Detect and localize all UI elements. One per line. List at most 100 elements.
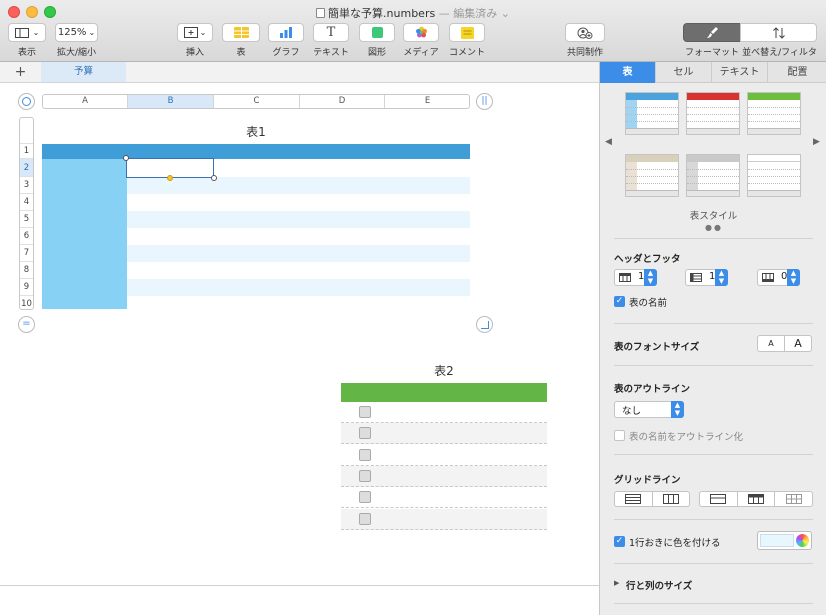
gridlines-label: グリッドライン (614, 475, 681, 486)
table-style-thumbnail[interactable] (686, 92, 740, 135)
column-header-e[interactable]: E (385, 95, 469, 108)
header-column-gridlines-button[interactable] (738, 492, 776, 506)
color-wheel-icon[interactable] (796, 534, 809, 547)
disclosure-triangle-icon[interactable]: ▶ (614, 579, 619, 587)
header-rows-stepper[interactable]: 1 ▲ ▼ (614, 269, 657, 286)
table-style-thumbnail[interactable] (625, 92, 679, 135)
paintbrush-icon (706, 27, 718, 38)
table2-checkbox[interactable] (359, 448, 371, 461)
row-header-4[interactable]: 4 (20, 193, 33, 210)
zoom-select[interactable]: 125% ⌄ (55, 23, 98, 42)
tab-text[interactable]: テキスト (712, 62, 768, 83)
tab-arrange[interactable]: 配置 (768, 62, 826, 83)
row-header-9[interactable]: 9 (20, 278, 33, 295)
sort-filter-button[interactable] (740, 23, 817, 42)
style-next-arrow-icon[interactable]: ▶ (813, 137, 820, 147)
outline-name-checkbox[interactable] (614, 430, 625, 441)
table-style-thumbnail[interactable] (686, 154, 740, 197)
column-header-a[interactable]: A (43, 95, 128, 108)
thumbnail-gridline (687, 183, 739, 184)
header-columns-icon (690, 273, 702, 282)
row-header-10[interactable]: 10 (20, 295, 33, 309)
insert-button[interactable]: ⌄ (177, 23, 213, 42)
add-row-handle[interactable]: = (18, 316, 35, 333)
insert-icon (183, 27, 198, 38)
row-header-3[interactable]: 3 (20, 176, 33, 193)
column-header-b[interactable]: B (128, 95, 214, 108)
page-dots: ●● (705, 223, 723, 232)
table1[interactable] (42, 144, 470, 309)
column-header-d[interactable]: D (300, 95, 385, 108)
chevron-down-icon[interactable]: ⌄ (501, 7, 510, 20)
table-style-label: 表スタイル (689, 211, 738, 222)
font-larger-button[interactable]: A (785, 336, 811, 351)
table-icon (233, 27, 249, 38)
add-sheet-button[interactable]: + (0, 62, 41, 82)
sheet-tab-budget[interactable]: 予算 (41, 62, 126, 82)
format-button[interactable] (683, 23, 741, 42)
row-header-5[interactable]: 5 (20, 210, 33, 227)
view-button[interactable]: ⌄ (8, 23, 46, 42)
tab-cell[interactable]: セル (656, 62, 712, 83)
table2-checkbox[interactable] (359, 491, 371, 504)
stepper-arrows-icon[interactable]: ▲ ▼ (787, 269, 800, 286)
media-icon (415, 26, 427, 38)
row-column-size-label[interactable]: 行と列のサイズ (626, 578, 692, 592)
tab-table[interactable]: 表 (600, 62, 656, 83)
table2[interactable] (341, 383, 547, 530)
selection-handle-icon[interactable] (123, 155, 129, 161)
column-header-c[interactable]: C (214, 95, 300, 108)
fill-handle-icon[interactable] (167, 175, 173, 181)
table2-checkbox[interactable] (359, 469, 371, 482)
row-header-8[interactable]: 8 (20, 261, 33, 278)
alternate-rows-checkbox[interactable]: ✓ (614, 536, 625, 547)
collaborate-button[interactable] (565, 23, 605, 42)
resize-table-handle[interactable] (476, 316, 493, 333)
row-header-2[interactable]: 2 (20, 158, 33, 176)
comment-button[interactable] (449, 23, 485, 42)
selection-handle-icon[interactable] (211, 175, 217, 181)
shape-button[interactable] (359, 23, 395, 42)
row-header-7[interactable]: 7 (20, 244, 33, 261)
footer-rows-icon (762, 273, 774, 282)
chevron-down-icon: ⌄ (88, 28, 96, 37)
font-size-label: 表のフォントサイズ (614, 342, 700, 353)
stepper-arrows-icon[interactable]: ▲ ▼ (644, 269, 657, 286)
chart-button[interactable] (268, 23, 304, 42)
divider (614, 454, 813, 455)
table2-checkbox[interactable] (359, 406, 371, 418)
footer-rows-stepper[interactable]: 0 ▲ ▼ (757, 269, 800, 286)
table1-title[interactable]: 表1 (230, 123, 282, 140)
style-prev-arrow-icon[interactable]: ◀ (605, 137, 612, 147)
media-button[interactable] (403, 23, 439, 42)
table2-checkbox[interactable] (359, 427, 371, 440)
table1-band-row (127, 211, 470, 228)
table2-checkbox[interactable] (359, 512, 371, 525)
header-columns-stepper[interactable]: 1 ▲ ▼ (685, 269, 728, 286)
circle-icon (22, 97, 31, 106)
select-table-handle[interactable] (18, 93, 35, 110)
table-name-checkbox[interactable]: ✓ (614, 296, 625, 307)
row-header-6[interactable]: 6 (20, 227, 33, 244)
text-button[interactable]: T (313, 23, 349, 42)
table-style-thumbnail[interactable] (747, 154, 801, 197)
vertical-gridlines-button[interactable] (653, 492, 690, 506)
footer-gridlines-button[interactable] (775, 492, 812, 506)
stepper-arrows-icon[interactable]: ▲ ▼ (715, 269, 728, 286)
table1-header-column (42, 159, 127, 309)
alternate-color-well[interactable] (757, 531, 812, 550)
header-row-gridlines-button[interactable] (700, 492, 738, 506)
outline-select[interactable]: なし ▲ ▼ (614, 401, 684, 418)
row-header-1[interactable]: 1 (20, 143, 33, 158)
horizontal-gridlines-button[interactable] (615, 492, 653, 506)
sidebar-icon (14, 27, 29, 38)
table-button[interactable] (222, 23, 260, 42)
add-column-handle[interactable]: || (476, 93, 493, 110)
font-large-glyph: A (794, 337, 802, 350)
font-smaller-button[interactable]: A (758, 336, 785, 351)
table-style-thumbnail[interactable] (625, 154, 679, 197)
table2-title[interactable]: 表2 (418, 362, 470, 379)
table-style-thumbnail[interactable] (747, 92, 801, 135)
shape-label: 図形 (367, 48, 386, 58)
sheet-canvas[interactable]: A B C D E || 表1 1 2 3 4 5 6 7 8 9 10 = 表2 (0, 83, 600, 585)
